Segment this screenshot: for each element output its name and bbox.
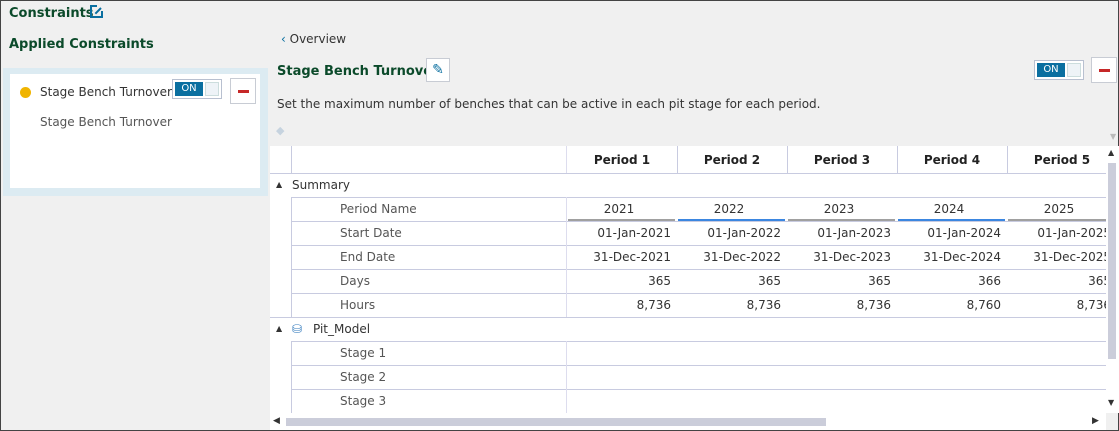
group-label: Pit_Model — [313, 322, 371, 336]
period-header[interactable]: Period 2 — [677, 148, 787, 172]
constraint-subtitle: Stage Bench Turnover — [40, 115, 172, 129]
constraint-toggle[interactable]: ON — [172, 79, 222, 99]
cell-value[interactable]: 01-Jan-2024 — [897, 221, 1001, 245]
cell-value[interactable] — [787, 389, 891, 413]
cell-value[interactable] — [1007, 389, 1106, 413]
cell-value[interactable]: 2024 — [897, 197, 1001, 221]
cell-value[interactable]: 01-Jan-2023 — [787, 221, 891, 245]
cell-value[interactable]: 2023 — [787, 197, 891, 221]
horizontal-scrollbar[interactable]: ◀ ▶ — [270, 413, 1106, 430]
external-link-icon[interactable] — [90, 5, 103, 18]
cell-value[interactable] — [567, 365, 671, 389]
remove-button[interactable] — [1091, 57, 1117, 83]
cell-value[interactable]: 365 — [567, 269, 671, 293]
cell-value[interactable] — [567, 389, 671, 413]
group-label: Summary — [292, 178, 350, 192]
cell-value[interactable]: 31-Dec-2021 — [567, 245, 671, 269]
toggle-on-label: ON — [175, 82, 203, 96]
period-header[interactable]: Period 3 — [787, 148, 897, 172]
detail-toggle[interactable]: ON — [1034, 60, 1084, 80]
row-label: Stage 3 — [340, 394, 387, 408]
filter-icon[interactable]: ▼ — [1110, 132, 1116, 141]
pit-model-icon: ⛁ — [292, 322, 303, 336]
cell-value[interactable]: 31-Dec-2024 — [897, 245, 1001, 269]
row-label: Stage 1 — [340, 346, 387, 360]
cell-value[interactable] — [1007, 365, 1106, 389]
constraint-name: Stage Bench Turnover — [40, 85, 172, 99]
cell-value[interactable]: 365 — [1007, 269, 1106, 293]
cell-value[interactable] — [1007, 341, 1106, 365]
cell-value[interactable]: 01-Jan-2022 — [677, 221, 781, 245]
edit-pencil-icon[interactable]: ✎ — [426, 58, 450, 82]
cell-value[interactable]: 366 — [897, 269, 1001, 293]
back-overview-link[interactable]: ‹ Overview — [281, 32, 346, 46]
vertical-scrollbar[interactable]: ▲ ▼ — [1106, 146, 1119, 413]
back-label: Overview — [289, 32, 347, 46]
cell-value[interactable]: 8,760 — [897, 293, 1001, 317]
cell-value[interactable] — [897, 389, 1001, 413]
period-header[interactable]: Period 5 — [1007, 148, 1106, 172]
cell-value[interactable]: 2025 — [1007, 197, 1106, 221]
collapse-icon[interactable]: ▲ — [276, 317, 282, 341]
status-dot-icon — [20, 87, 31, 98]
constraint-card[interactable]: Stage Bench Turnover Stage Bench Turnove… — [10, 74, 260, 188]
cell-value[interactable]: 01-Jan-2025 — [1007, 221, 1106, 245]
cell-value[interactable]: 31-Dec-2023 — [787, 245, 891, 269]
cell-value[interactable]: 365 — [787, 269, 891, 293]
cell-value[interactable]: 01-Jan-2021 — [567, 221, 671, 245]
cell-value[interactable] — [787, 365, 891, 389]
cell-value[interactable]: 8,736 — [1007, 293, 1106, 317]
cell-value[interactable]: 2022 — [677, 197, 781, 221]
period-header[interactable]: Period 4 — [897, 148, 1007, 172]
page-title: Constraints — [9, 6, 94, 21]
cell-value[interactable] — [677, 389, 781, 413]
chevron-left-icon: ‹ — [281, 32, 290, 46]
row-label: Start Date — [340, 226, 402, 240]
row-label: Days — [340, 274, 370, 288]
cell-value[interactable]: 8,736 — [787, 293, 891, 317]
row-label: Hours — [340, 298, 376, 312]
row-label: End Date — [340, 250, 396, 264]
cell-value[interactable]: 31-Dec-2022 — [677, 245, 781, 269]
cell-value[interactable] — [677, 341, 781, 365]
toggle-on-label: ON — [1037, 63, 1065, 77]
remove-constraint-button[interactable] — [230, 78, 256, 104]
cell-value[interactable]: 8,736 — [677, 293, 781, 317]
description: Set the maximum number of benches that c… — [277, 97, 821, 111]
periods-grid[interactable]: Period 1 Period 2 Period 3 Period 4 Period 5… — [270, 146, 1106, 413]
cell-value[interactable] — [897, 341, 1001, 365]
row-label: Period Name — [340, 202, 417, 216]
cell-value[interactable]: 2021 — [567, 197, 671, 221]
eraser-icon[interactable]: ◆ — [276, 124, 284, 137]
row-label: Stage 2 — [340, 370, 387, 384]
period-header[interactable]: Period 1 — [567, 148, 677, 172]
cell-value[interactable]: 8,736 — [567, 293, 671, 317]
detail-title: Stage Bench Turnover — [277, 64, 439, 79]
cell-value[interactable]: 31-Dec-2025 — [1007, 245, 1106, 269]
cell-value[interactable] — [787, 341, 891, 365]
cell-value[interactable]: 365 — [677, 269, 781, 293]
cell-value[interactable] — [677, 365, 781, 389]
collapse-icon[interactable]: ▲ — [276, 173, 282, 197]
cell-value[interactable] — [567, 341, 671, 365]
cell-value[interactable] — [897, 365, 1001, 389]
applied-constraints-heading: Applied Constraints — [9, 37, 154, 52]
